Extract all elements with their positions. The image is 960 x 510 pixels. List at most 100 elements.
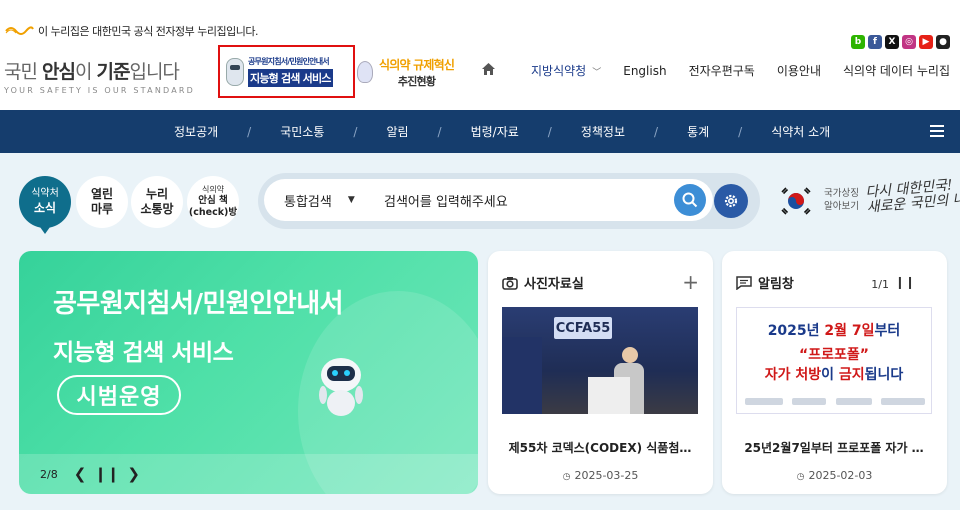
youtube-icon[interactable]: ▶ <box>919 35 933 49</box>
message-icon <box>736 275 752 290</box>
nav-separator: / <box>738 124 743 139</box>
regulation-innovation-banner[interactable]: 식의약 규제혁신 추진현황 <box>357 55 467 89</box>
hero-carousel[interactable]: 공무원지침서/민원인안내서 지능형 검색 서비스 시범운영 2/8 ❮ ❙❙ ❯ <box>19 251 478 494</box>
nav-item[interactable]: 알림 <box>386 123 408 140</box>
pause-icon[interactable]: ❙❙ <box>895 275 915 289</box>
banner1-line2: 지능형 검색 서비스 <box>248 69 333 87</box>
kakao-icon[interactable]: ● <box>936 35 950 49</box>
gov-notice-text: 이 누리집은 대한민국 공식 전자정부 누리집입니다. <box>38 25 259 38</box>
notice-img-line1: 2025년 2월 7일부터 <box>767 323 901 339</box>
nav-separator: / <box>547 124 552 139</box>
blog-icon[interactable]: b <box>851 35 865 49</box>
photo-card-caption[interactable]: 제55차 코덱스(CODEX) 식품첨… <box>502 439 698 456</box>
search-box: 통합검색 ▼ 검색어를 입력해주세요 <box>264 179 713 221</box>
facebook-icon[interactable]: f <box>868 35 882 49</box>
national-symbol-link[interactable]: 국가상징 알아보기 <box>824 188 859 214</box>
nav-item[interactable]: 통계 <box>687 123 709 140</box>
data-portal-link[interactable]: 식의약 데이터 누리집 <box>843 62 950 79</box>
carousel-prev-icon[interactable]: ❮ <box>74 465 87 483</box>
quick-link-sns[interactable]: 누리 소통망 <box>131 176 183 228</box>
quick-link-open-maru-top: 열린 <box>90 187 114 201</box>
instagram-icon[interactable]: ◎ <box>902 35 916 49</box>
notice-img-logos <box>745 398 925 405</box>
logo-subtitle: YOUR SAFETY IS OUR STANDARD <box>4 86 196 95</box>
home-icon[interactable] <box>482 62 496 79</box>
quick-link-open-maru-label: 마루 <box>90 202 114 216</box>
hamburger-menu-icon[interactable] <box>930 125 944 137</box>
photo-card-date: ◷ 2025-03-25 <box>488 469 713 482</box>
search-settings-button[interactable] <box>714 184 748 218</box>
hero-title: 공무원지침서/민원인안내서 <box>53 289 344 319</box>
nav-separator: / <box>437 124 442 139</box>
camera-icon <box>502 276 518 290</box>
nav-separator: / <box>654 124 659 139</box>
main-navigation: 정보공개 / 국민소통 / 알림 / 법령/자료 / 정책정보 / 통계 / 식약처 소개 <box>0 110 960 153</box>
ai-search-service-banner[interactable]: 공무원지침서/민원인안내서 지능형 검색 서비스 <box>218 45 355 98</box>
notice-img-line2: “프로포폴” <box>799 347 869 363</box>
chevron-down-icon: ﹀ <box>592 68 602 78</box>
quick-link-safety-checkroom[interactable]: 식의약 안심 책 (check)방 <box>187 176 239 228</box>
regional-office-label: 지방식약청 <box>531 64 587 78</box>
email-subscribe-link[interactable]: 전자우편구독 <box>689 62 755 79</box>
english-link[interactable]: English <box>623 64 666 78</box>
quick-link-safety-top: 식의약 <box>201 185 225 195</box>
logo-slogan: 국민 안심이 기준입니다 <box>4 61 180 83</box>
notice-card-header: 알림창 <box>736 273 794 292</box>
banner2-line2: 추진현황 <box>397 74 436 88</box>
national-symbol-line1: 국가상징 <box>824 188 859 199</box>
usage-guide-link[interactable]: 이용안내 <box>777 62 821 79</box>
hero-badge: 시범운영 <box>57 375 181 415</box>
hero-subtitle: 지능형 검색 서비스 <box>53 340 234 366</box>
carousel-page-indicator: 2/8 <box>40 467 58 481</box>
quick-link-news-label: 소식 <box>33 200 57 215</box>
quick-link-sns-label: 소통망 <box>140 202 174 216</box>
caret-down-icon: ▼ <box>347 195 355 205</box>
photo-gallery-card: 사진자료실 + CCFA55 제55차 코덱스(CODEX) 식품첨… ◷ 202… <box>488 251 713 494</box>
gov-symbol-icon <box>4 25 34 37</box>
search-input[interactable]: 검색어를 입력해주세요 <box>384 191 508 210</box>
search-icon <box>682 192 698 208</box>
nav-item[interactable]: 국민소통 <box>280 123 324 140</box>
regional-office-menu[interactable]: 지방식약청 ﹀ <box>531 62 601 79</box>
photo-screen-text: CCFA55 <box>554 317 612 339</box>
carousel-pause-icon[interactable]: ❙❙ <box>94 465 119 483</box>
search-category-select[interactable]: 통합검색 ▼ <box>284 191 384 210</box>
quick-link-news[interactable]: 식약처 소식 <box>19 176 71 234</box>
site-logo[interactable]: 국민 안심이 기준입니다 YOUR SAFETY IS OUR STANDARD <box>4 57 204 95</box>
x-icon[interactable]: X <box>885 35 899 49</box>
clock-icon: ◷ <box>562 472 571 482</box>
carousel-controls: 2/8 ❮ ❙❙ ❯ <box>19 454 478 494</box>
notice-card: 알림창 1/1 ❙❙ 2025년 2월 7일부터 “프로포폴” 자가 처방이 금… <box>722 251 947 494</box>
quick-link-sns-top: 누리 <box>145 187 169 201</box>
nav-item[interactable]: 식약처 소개 <box>771 123 830 140</box>
national-slogan: 다시 대한민국! 새로운 국민의 나라 <box>865 176 960 216</box>
nav-item[interactable]: 법령/자료 <box>471 123 519 140</box>
national-symbol-line2: 알아보기 <box>824 200 859 212</box>
notice-card-date: ◷ 2025-02-03 <box>722 469 947 482</box>
notice-img-line3: 자가 처방이 금지됩니다 <box>764 367 904 383</box>
mascot-icon <box>357 61 373 83</box>
notice-card-caption[interactable]: 25년2월7일부터 프로포폴 자가 … <box>736 439 932 456</box>
utility-menu: 지방식약청 ﹀ English 전자우편구독 이용안내 식의약 데이터 누리집 <box>482 62 950 79</box>
photo-card-more-button[interactable]: + <box>682 270 699 294</box>
quick-link-safety-label1: 안심 책 <box>198 195 228 207</box>
search-button[interactable] <box>674 184 706 216</box>
quick-link-news-top: 식약처 <box>31 188 59 200</box>
notice-thumbnail[interactable]: 2025년 2월 7일부터 “프로포폴” 자가 처방이 금지됩니다 <box>736 307 932 414</box>
nav-separator: / <box>247 124 252 139</box>
search-category-value: 통합검색 <box>284 194 332 210</box>
gear-icon <box>724 194 738 208</box>
clock-icon: ◷ <box>796 472 805 482</box>
notice-card-date-value: 2025-02-03 <box>808 469 873 482</box>
photo-thumbnail[interactable]: CCFA55 <box>502 307 698 414</box>
carousel-next-icon[interactable]: ❯ <box>127 465 140 483</box>
quick-link-open-maru[interactable]: 열린 마루 <box>76 176 128 228</box>
photo-card-header: 사진자료실 <box>502 273 584 292</box>
quick-link-safety-label2: (check)방 <box>188 207 238 218</box>
banner1-line1: 공무원지침서/민원인안내서 <box>248 57 330 66</box>
nav-item[interactable]: 정책정보 <box>581 123 625 140</box>
nav-item[interactable]: 정보공개 <box>174 123 218 140</box>
gov-identity-bar: 이 누리집은 대한민국 공식 전자정부 누리집입니다. <box>0 18 259 44</box>
search-area: 통합검색 ▼ 검색어를 입력해주세요 <box>258 173 760 229</box>
notice-page-indicator: 1/1 <box>871 278 889 291</box>
